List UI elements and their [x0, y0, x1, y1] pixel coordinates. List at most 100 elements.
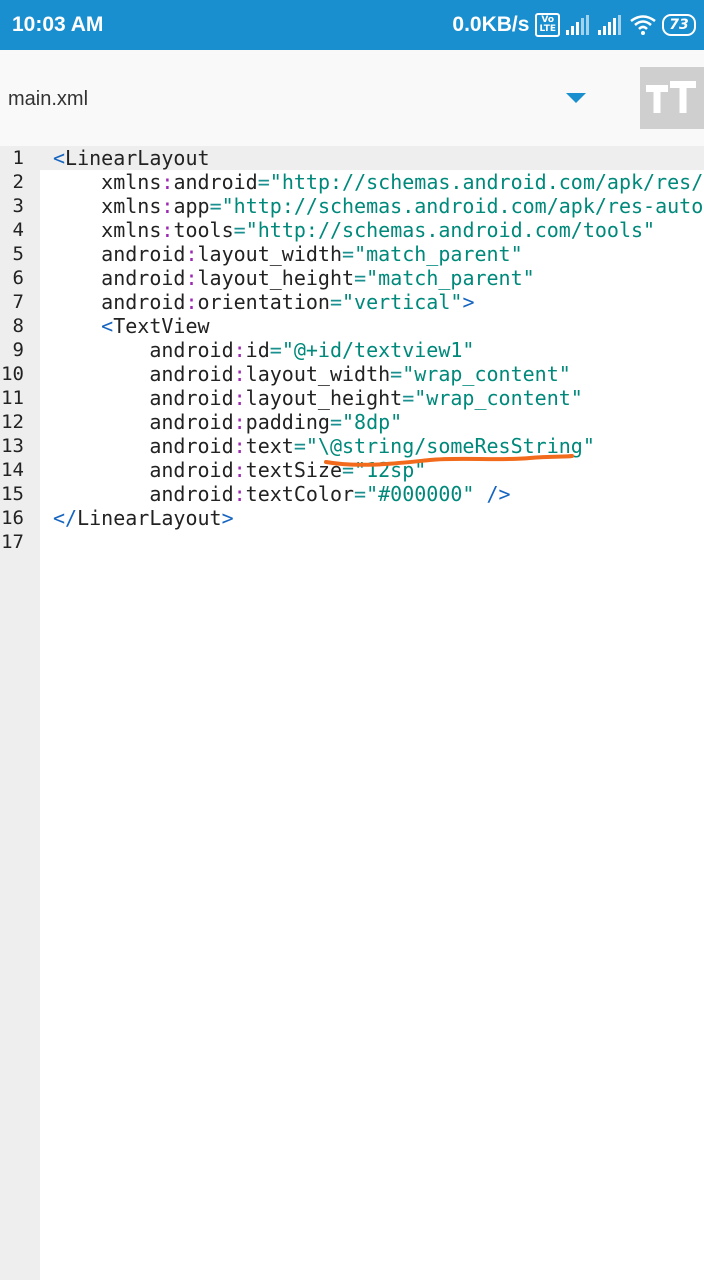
- code-token-attr: xmlns: [101, 194, 162, 218]
- line-number: 12: [1, 411, 24, 433]
- network-speed: 0.0KB/s: [452, 13, 530, 36]
- code-token-attr: android: [149, 386, 234, 410]
- code-token-colon: :: [233, 410, 246, 434]
- file-name[interactable]: main.xml: [8, 88, 88, 111]
- code-line[interactable]: 7 android:orientation="vertical">: [0, 290, 704, 314]
- code-token-attr: padding: [245, 410, 330, 434]
- code-token-val: "#000000": [366, 482, 475, 506]
- code-line[interactable]: 12 android:padding="8dp": [0, 410, 704, 434]
- file-dropdown-icon[interactable]: [566, 93, 586, 103]
- code-line[interactable]: 13 android:text="\@string/someResString": [0, 434, 704, 458]
- code-token-tagname: LinearLayout: [65, 146, 210, 170]
- code-token-tagname: LinearLayout: [77, 506, 222, 530]
- code-token-val: "http://schemas.android.com/apk/res/a: [269, 170, 704, 194]
- code-text: xmlns:android="http://schemas.android.co…: [53, 170, 704, 194]
- code-token-attr: android: [101, 290, 186, 314]
- code-token-tag: >: [221, 506, 234, 530]
- code-token-attr: tools: [173, 218, 234, 242]
- code-token-attr: app: [173, 194, 210, 218]
- line-number: 14: [1, 459, 24, 481]
- code-text: xmlns:tools="http://schemas.android.com/…: [53, 218, 655, 242]
- code-line[interactable]: 14 android:textSize="12sp": [0, 458, 704, 482]
- code-token-tagname: TextView: [113, 314, 210, 338]
- line-number: 7: [12, 291, 24, 313]
- code-token-eq: =: [293, 434, 306, 458]
- code-token-attr: textSize: [245, 458, 342, 482]
- code-text: xmlns:app="http://schemas.android.com/ap…: [53, 194, 704, 218]
- code-line[interactable]: 10 android:layout_width="wrap_content": [0, 362, 704, 386]
- code-text: android:text="\@string/someResString": [53, 434, 595, 458]
- code-token-colon: :: [233, 338, 246, 362]
- code-line[interactable]: 1 <LinearLayout: [0, 146, 704, 170]
- line-number: 10: [1, 363, 24, 385]
- code-text: android:textSize="12sp": [53, 458, 426, 482]
- line-number: 1: [12, 147, 24, 169]
- code-token-attr: xmlns: [101, 218, 162, 242]
- code-token-attr: android: [149, 410, 234, 434]
- text-size-button[interactable]: [640, 67, 704, 129]
- code-token-eq: =: [329, 290, 343, 314]
- code-text: android:layout_width="match_parent": [53, 242, 523, 266]
- code-token-attr: layout_width: [197, 242, 343, 266]
- code-token-val: "match_parent": [366, 266, 535, 290]
- code-line[interactable]: 4 xmlns:tools="http://schemas.android.co…: [0, 218, 704, 242]
- line-number: 17: [1, 531, 24, 553]
- code-text: android:layout_height="wrap_content": [53, 386, 583, 410]
- code-token-eq: =: [269, 338, 282, 362]
- volte-icon: Vo LTE: [535, 13, 560, 37]
- line-number: 15: [1, 483, 24, 505]
- status-time: 10:03 AM: [12, 13, 104, 36]
- code-token-attr: orientation: [197, 290, 330, 314]
- code-line[interactable]: 17: [0, 530, 704, 554]
- code-token-attr: xmlns: [101, 170, 162, 194]
- code-token-attr: android: [149, 434, 234, 458]
- code-token-attr: android: [173, 170, 258, 194]
- code-token-attr: android: [101, 266, 186, 290]
- code-token-colon: :: [233, 386, 246, 410]
- code-line[interactable]: 11 android:layout_height="wrap_content": [0, 386, 704, 410]
- code-line[interactable]: 15 android:textColor="#000000" />: [0, 482, 704, 506]
- code-token-attr: layout_width: [245, 362, 391, 386]
- text-size-icon: [646, 81, 696, 113]
- code-token-val: "wrap_content": [402, 362, 571, 386]
- code-token-tag: />: [474, 482, 511, 506]
- code-line[interactable]: 2 xmlns:android="http://schemas.android.…: [0, 170, 704, 194]
- code-token-attr: android: [149, 362, 234, 386]
- signal-icon-2: [598, 15, 621, 35]
- code-text: android:orientation="vertical">: [53, 290, 474, 314]
- code-line[interactable]: 16 </LinearLayout>: [0, 506, 704, 530]
- code-token-eq: =: [354, 266, 367, 290]
- line-number: 8: [12, 315, 24, 337]
- code-editor[interactable]: 1 <LinearLayout 2 xmlns:android="http://sc…: [0, 146, 704, 554]
- code-text: android:layout_width="wrap_content": [53, 362, 571, 386]
- code-token-attr: layout_height: [245, 386, 403, 410]
- code-text: android:layout_height="match_parent": [53, 266, 535, 290]
- line-number: 11: [1, 387, 24, 409]
- code-token-val: "12sp": [354, 458, 427, 482]
- line-number: 13: [1, 435, 24, 457]
- code-token-val: "wrap_content": [414, 386, 583, 410]
- code-token-tag: </: [53, 506, 78, 530]
- code-token-val: "vertical": [342, 290, 463, 314]
- code-token-attr: android: [149, 338, 234, 362]
- code-token-attr: textColor: [245, 482, 355, 506]
- code-token-attr: layout_height: [197, 266, 355, 290]
- code-line[interactable]: 5 android:layout_width="match_parent": [0, 242, 704, 266]
- code-token-val: "match_parent": [354, 242, 523, 266]
- line-number: 3: [12, 195, 24, 217]
- code-token-attr: android: [149, 482, 234, 506]
- line-number: 9: [12, 339, 24, 361]
- line-number: 2: [12, 171, 24, 193]
- code-token-colon: :: [233, 482, 246, 506]
- code-token-eq: =: [209, 194, 222, 218]
- code-line[interactable]: 8 <TextView: [0, 314, 704, 338]
- line-number: 5: [12, 243, 24, 265]
- code-text: android:padding="8dp": [53, 410, 402, 434]
- code-token-eq: =: [402, 386, 415, 410]
- code-token-colon: :: [185, 266, 198, 290]
- code-line[interactable]: 6 android:layout_height="match_parent": [0, 266, 704, 290]
- code-line[interactable]: 3 xmlns:app="http://schemas.android.com/…: [0, 194, 704, 218]
- code-token-colon: :: [161, 194, 174, 218]
- signal-icon: [566, 15, 589, 35]
- code-line[interactable]: 9 android:id="@+id/textview1": [0, 338, 704, 362]
